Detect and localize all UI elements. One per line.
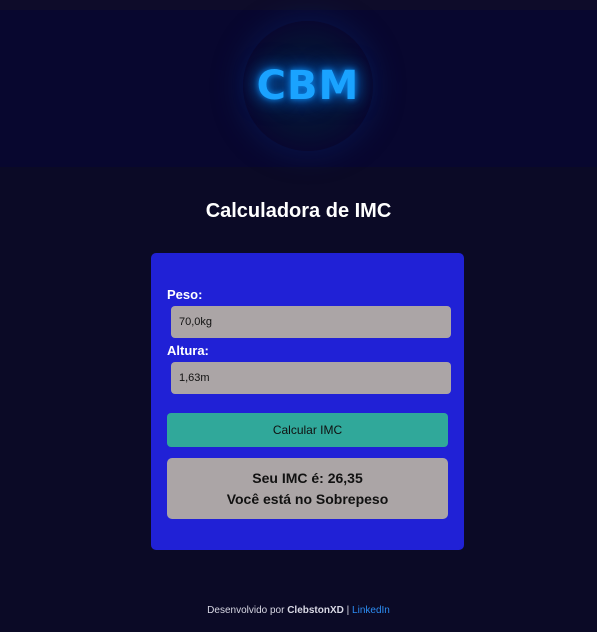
imc-calculator-card: Peso: Altura: Calcular IMC Seu IMC é: 26…	[151, 253, 464, 550]
page-title: Calculadora de IMC	[205, 200, 392, 222]
header: CBM	[0, 10, 597, 167]
footer-separator: |	[343, 605, 353, 616]
logo: CBM	[243, 21, 373, 151]
altura-input[interactable]	[171, 362, 451, 394]
footer-author: ClebstonXD	[287, 605, 344, 616]
logo-text: CBM	[256, 63, 360, 109]
footer: Desenvolvido por ClebstonXD | LinkedIn	[0, 605, 597, 616]
imc-result-text: Seu IMC é: 26,35	[252, 469, 363, 486]
result-box: Seu IMC é: 26,35 Você está no Sobrepeso	[167, 458, 448, 519]
top-strip	[0, 0, 597, 10]
linkedin-link[interactable]: LinkedIn	[352, 605, 390, 616]
peso-label: Peso:	[167, 287, 203, 302]
peso-input[interactable]	[171, 306, 451, 338]
calculate-imc-button[interactable]: Calcular IMC	[167, 413, 448, 447]
footer-prefix: Desenvolvido por	[207, 605, 288, 616]
imc-status-text: Você está no Sobrepeso	[226, 490, 389, 507]
altura-label: Altura:	[167, 343, 209, 358]
